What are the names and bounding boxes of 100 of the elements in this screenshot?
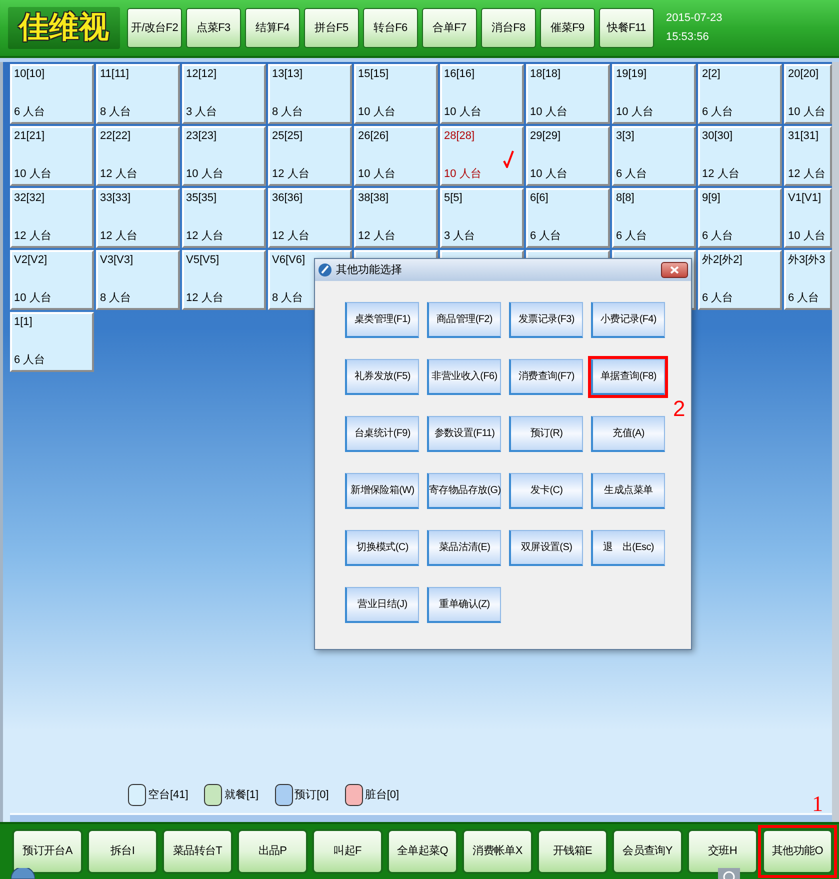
table-name: 26[26] [358,129,389,143]
option-button[interactable]: 商品管理(F2) [427,302,501,338]
table-tile[interactable]: 18[18] 10 人台 [526,64,610,124]
table-tile[interactable]: 31[31] 12 人台 [784,126,832,186]
table-tile[interactable]: 9[9] 6 人台 [698,188,782,248]
option-button[interactable]: 礼券发放(F5) [345,359,419,395]
table-tile[interactable]: 35[35] 12 人台 [182,188,266,248]
table-capacity: 8 人台 [100,291,132,305]
option-button[interactable]: 双屏设置(S) [509,530,583,566]
option-button[interactable]: 消费查询(F7) [509,359,583,395]
option-button[interactable]: 单据查询(F8) [591,359,665,395]
table-name: 20[20] [788,67,819,81]
option-button[interactable]: 小费记录(F4) [591,302,665,338]
table-tile[interactable]: V1[V1] 10 人台 [784,188,832,248]
table-tile[interactable]: 25[25] 12 人台 [268,126,352,186]
table-name: 25[25] [272,129,303,143]
table-tile[interactable]: 3[3] 6 人台 [612,126,696,186]
toolbar-button[interactable]: 消台F8 [481,8,536,48]
table-tile[interactable]: 23[23] 10 人台 [182,126,266,186]
table-capacity: 8 人台 [272,105,304,119]
table-tile[interactable]: V5[V5] 12 人台 [182,250,266,310]
table-tile[interactable]: 8[8] 6 人台 [612,188,696,248]
table-tile[interactable]: 29[29] 10 人台 [526,126,610,186]
table-tile[interactable]: 30[30] 12 人台 [698,126,782,186]
toolbar-button[interactable]: 点菜F3 [186,8,241,48]
option-button[interactable]: 生成点菜单 [591,473,665,509]
table-capacity: 12 人台 [702,167,740,181]
table-capacity: 10 人台 [444,167,482,181]
toolbar-button[interactable]: 合单F7 [422,8,477,48]
function-button[interactable]: 会员查询Y [612,829,683,874]
table-name: 13[13] [272,67,303,81]
function-button[interactable]: 预订开台A [12,829,83,874]
table-capacity: 6 人台 [530,229,562,243]
table-name: 11[11] [100,67,129,81]
table-tile[interactable]: 19[19] 10 人台 [612,64,696,124]
table-tile[interactable]: V2[V2] 10 人台 [10,250,94,310]
option-button[interactable]: 新增保险箱(W) [345,473,419,509]
table-capacity: 12 人台 [100,229,138,243]
table-tile[interactable]: 21[21] 10 人台 [10,126,94,186]
table-tile[interactable]: 外2[外2] 6 人台 [698,250,782,310]
option-button[interactable]: 重单确认(Z) [427,587,501,623]
table-tile[interactable]: 1[1] 6 人台 [10,312,94,372]
table-tile[interactable]: 33[33] 12 人台 [96,188,180,248]
toolbar-button[interactable]: 转台F6 [363,8,418,48]
table-tile[interactable]: 36[36] 12 人台 [268,188,352,248]
table-capacity: 6 人台 [702,229,734,243]
function-button[interactable]: 拆台I [87,829,158,874]
option-button[interactable]: 桌类管理(F1) [345,302,419,338]
option-button[interactable]: 非营业收入(F6) [427,359,501,395]
function-button[interactable]: 叫起F [312,829,383,874]
function-button[interactable]: 全单起菜Q [387,829,458,874]
option-button[interactable]: 发票记录(F3) [509,302,583,338]
table-capacity: 6 人台 [14,105,46,119]
table-tile[interactable]: 38[38] 12 人台 [354,188,438,248]
function-button[interactable]: 交班H [687,829,758,874]
table-tile[interactable]: 22[22] 12 人台 [96,126,180,186]
table-tile[interactable]: 2[2] 6 人台 [698,64,782,124]
option-button[interactable]: 参数设置(F11) [427,416,501,452]
toolbar-button[interactable]: 拼台F5 [304,8,359,48]
table-tile[interactable]: 28[28] 10 人台 [440,126,524,186]
table-tile[interactable]: 11[11] 8 人台 [96,64,180,124]
option-button[interactable]: 发卡(C) [509,473,583,509]
table-capacity: 10 人台 [14,167,52,181]
table-name: 30[30] [702,129,733,143]
function-button[interactable]: 消费帐单X [462,829,533,874]
table-tile[interactable]: 15[15] 10 人台 [354,64,438,124]
function-button[interactable]: 出品P [237,829,308,874]
function-button[interactable]: 开钱箱E [537,829,608,874]
table-name: 29[29] [530,129,561,143]
option-button[interactable]: 营业日结(J) [345,587,419,623]
toolbar-button[interactable]: 开/改台F2 [127,8,182,48]
table-tile[interactable]: 13[13] 8 人台 [268,64,352,124]
table-tile[interactable]: 26[26] 10 人台 [354,126,438,186]
table-name: 19[19] [616,67,647,81]
close-button[interactable] [661,262,688,278]
toolbar-button[interactable]: 催菜F9 [540,8,595,48]
option-button[interactable]: 寄存物品存放(G) [427,473,501,509]
toolbar-button[interactable]: 快餐F11 [599,8,654,48]
table-tile[interactable]: 6[6] 6 人台 [526,188,610,248]
table-tile[interactable]: 10[10] 6 人台 [10,64,94,124]
table-name: 3[3] [616,129,634,143]
toolbar-button[interactable]: 结算F4 [245,8,300,48]
table-name: 35[35] [186,191,217,205]
option-button[interactable]: 切换模式(C) [345,530,419,566]
table-tile[interactable]: 16[16] 10 人台 [440,64,524,124]
option-button[interactable]: 台桌统计(F9) [345,416,419,452]
function-button[interactable]: 菜品转台T [162,829,233,874]
table-tile[interactable]: 20[20] 10 人台 [784,64,832,124]
option-button[interactable]: 退 出(Esc) [591,530,665,566]
table-name: 10[10] [14,67,45,81]
table-tile[interactable]: 外3[外3 6 人台 [784,250,832,310]
option-button[interactable]: 充值(A) [591,416,665,452]
table-tile[interactable]: V3[V3] 8 人台 [96,250,180,310]
option-button[interactable]: 预订(R) [509,416,583,452]
table-tile[interactable]: 32[32] 12 人台 [10,188,94,248]
option-button[interactable]: 菜品沽清(E) [427,530,501,566]
table-tile[interactable]: 12[12] 3 人台 [182,64,266,124]
function-button[interactable]: 其他功能O [762,829,833,874]
table-name: V1[V1] [788,191,822,205]
table-tile[interactable]: 5[5] 3 人台 [440,188,524,248]
